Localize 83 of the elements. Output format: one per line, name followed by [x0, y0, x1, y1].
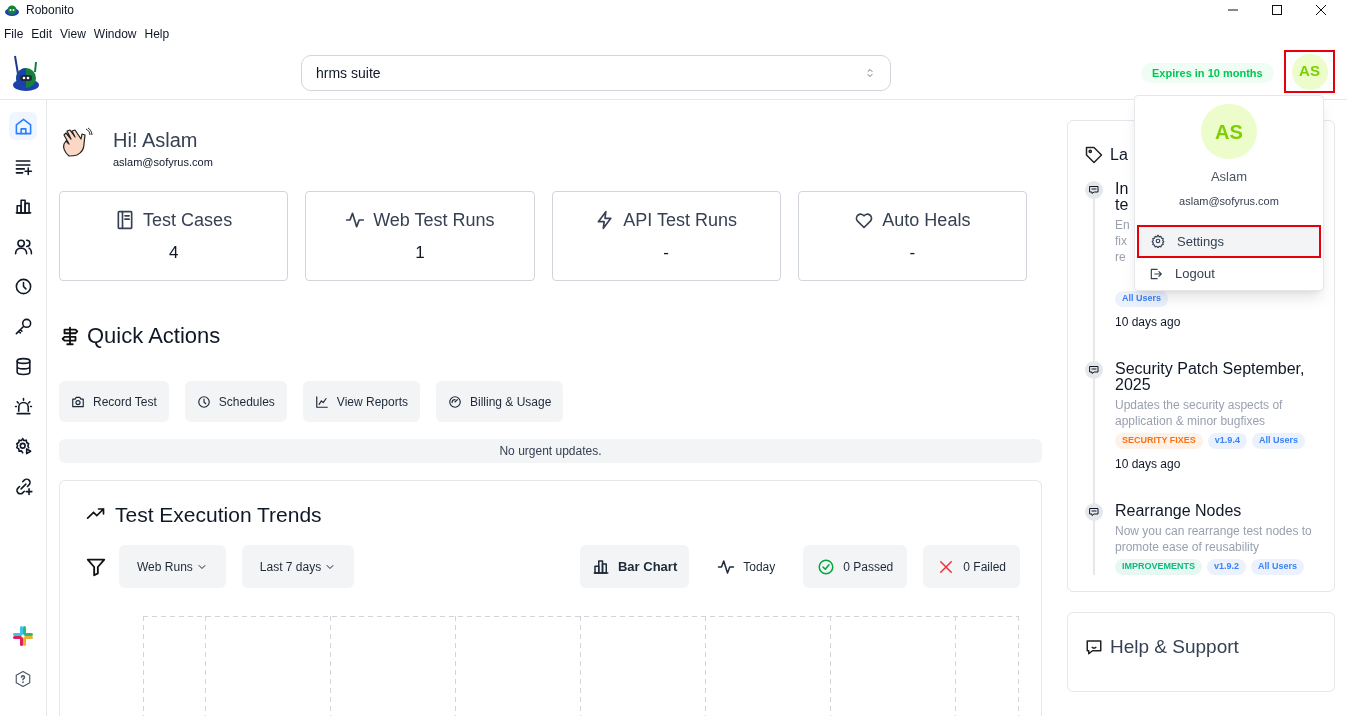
update-time: 10 days ago — [1115, 456, 1181, 473]
window-title: Robonito — [26, 2, 75, 19]
notebook-icon — [115, 210, 136, 231]
waving-hand-icon — [61, 126, 93, 160]
menu-item[interactable]: View — [56, 25, 90, 43]
stat-label: API Test Runs — [623, 208, 737, 232]
suite-select[interactable]: hrms suite — [301, 55, 891, 91]
update-title: Rearrange Nodes — [1115, 503, 1242, 519]
update-tag: v1.9.4 — [1207, 433, 1247, 449]
app-logo-icon — [4, 3, 20, 17]
update-title: In te — [1115, 181, 1129, 213]
license-badge: Expires in 10 months — [1141, 63, 1274, 83]
update-tag: All Users — [1115, 291, 1169, 307]
link-plus-icon — [13, 476, 33, 496]
home-icon — [13, 116, 33, 136]
update-tag: v1.9.2 — [1207, 559, 1247, 575]
close-icon[interactable] — [1315, 4, 1327, 16]
failed-button[interactable]: 0 Failed — [923, 545, 1020, 588]
pulse-icon — [717, 557, 736, 576]
stat-label: Web Test Runs — [373, 208, 495, 232]
slack-icon[interactable] — [11, 624, 35, 648]
quick-action-button[interactable]: View Reports — [302, 381, 420, 422]
maximize-icon[interactable] — [1271, 4, 1283, 16]
update-description: Updates the security aspects of application & minor bugfixes — [1115, 397, 1284, 429]
bar-chart-icon — [13, 196, 33, 216]
update-tag: SECURITY FIXES — [1115, 433, 1203, 449]
settings-icon — [1151, 234, 1165, 249]
filter-dropdown[interactable]: Last 7 days — [241, 545, 355, 588]
today-button[interactable]: Today — [705, 545, 788, 588]
update-tag: All Users — [1251, 433, 1305, 449]
key-icon — [13, 316, 33, 336]
update-title: Security Patch September, 2025 — [1115, 361, 1306, 393]
bar-chart-icon — [591, 557, 610, 576]
database-icon — [13, 356, 33, 376]
users-icon — [13, 236, 33, 256]
section-title: Quick Actions — [87, 322, 221, 350]
stat-value: 4 — [168, 241, 179, 264]
update-description: Now you can rearrange test nodes to promote ease of reusability — [1115, 523, 1313, 555]
update-tag: IMPROVEMENTS — [1115, 559, 1202, 575]
notice-text: No urgent updates. — [499, 442, 602, 460]
clock-icon — [13, 276, 33, 296]
stat-value: - — [909, 241, 916, 264]
camera-icon — [71, 394, 85, 409]
quick-action-button[interactable]: Record Test — [59, 381, 169, 422]
clock-icon — [196, 394, 211, 409]
stat-label: Auto Heals — [882, 208, 971, 232]
menu-item[interactable]: Window — [89, 25, 141, 43]
menu-item[interactable]: Edit — [27, 25, 57, 43]
quick-action-button[interactable]: Schedules — [184, 381, 287, 422]
siren-icon — [13, 396, 33, 416]
section-title: Help & Support — [1110, 635, 1239, 659]
line-chart-icon — [314, 394, 329, 409]
stat-value: - — [663, 241, 669, 264]
filter-dropdown[interactable]: Web Runs — [119, 545, 226, 588]
user-menu-item[interactable]: Logout — [1137, 257, 1321, 290]
menu-item[interactable]: File — [0, 25, 28, 43]
greeting-title: Hi! Aslam — [113, 128, 199, 152]
user-menu-item[interactable]: Settings — [1137, 225, 1321, 258]
menu-item[interactable]: Help — [140, 25, 174, 43]
user-avatar: AS — [1201, 104, 1257, 160]
chart-type-button[interactable]: Bar Chart — [579, 545, 690, 588]
update-description: En fix re — [1115, 217, 1130, 265]
chat-smile-icon — [1085, 638, 1103, 657]
chevron-updown-icon — [864, 67, 876, 79]
user-email: aslam@sofyrus.com — [113, 155, 213, 170]
robot-logo-icon — [10, 53, 42, 94]
gauge-icon — [448, 394, 462, 409]
logout-icon — [1149, 266, 1163, 281]
section-title: Test Execution Trends — [115, 501, 322, 528]
heart-icon — [854, 210, 875, 231]
quick-action-button[interactable]: Billing & Usage — [436, 381, 564, 422]
section-title: La — [1110, 145, 1129, 165]
help-icon[interactable] — [14, 670, 32, 688]
user-name: Aslam — [1210, 168, 1248, 187]
gear-play-icon — [13, 436, 33, 456]
check-circle-icon — [817, 557, 836, 576]
stat-value: 1 — [415, 241, 425, 264]
tag-icon — [1085, 146, 1103, 164]
stat-label: Test Cases — [143, 208, 233, 232]
update-time: 10 days ago — [1115, 314, 1181, 331]
passed-button[interactable]: 0 Passed — [803, 545, 908, 588]
user-email: aslam@sofyrus.com — [1179, 193, 1279, 209]
update-tag: All Users — [1251, 559, 1305, 575]
